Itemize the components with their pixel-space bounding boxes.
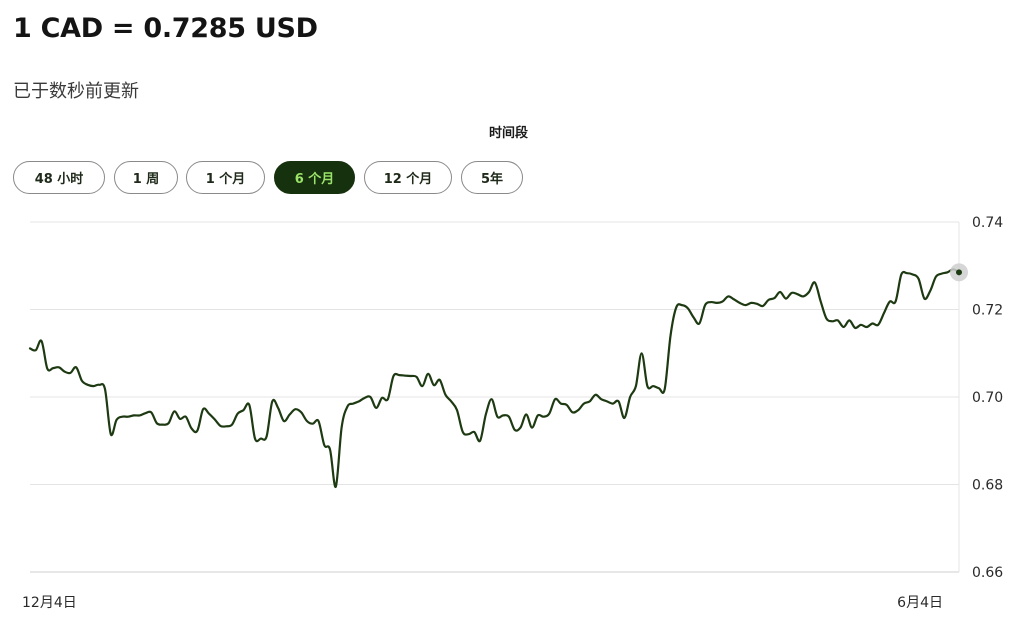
x-tick-label: 6月4日	[897, 595, 943, 611]
chart-grid	[30, 221, 960, 573]
period-6m-button[interactable]: 6 个月	[274, 161, 355, 194]
last-point-marker-group	[950, 263, 968, 282]
period-1m-button[interactable]: 1 个月	[186, 161, 265, 194]
period-12m-button[interactable]: 12 个月	[364, 161, 452, 194]
exchange-rate-title: 1 CAD = 0.7285 USD	[13, 13, 318, 44]
period-48h-button[interactable]: 48 小时	[13, 161, 105, 194]
x-tick-label: 12月4日	[22, 595, 77, 611]
y-tick-label: 0.68	[972, 478, 1003, 494]
x-axis-labels: 12月4日 6月4日	[22, 595, 943, 611]
y-tick-label: 0.72	[972, 303, 1003, 319]
last-point-marker	[956, 269, 962, 276]
exchange-rate-chart[interactable]: 0.74 0.72 0.70 0.68 0.66 12月4日 6月4日	[0, 205, 1017, 620]
rate-series-line	[28, 268, 961, 488]
updated-status: 已于数秒前更新	[13, 81, 139, 102]
period-1w-button[interactable]: 1 周	[114, 161, 178, 194]
y-tick-label: 0.70	[972, 390, 1003, 406]
period-label: 时间段	[488, 126, 528, 141]
y-axis-labels: 0.74 0.72 0.70 0.68 0.66	[972, 215, 1003, 581]
period-5y-button[interactable]: 5年	[461, 161, 523, 194]
y-tick-label: 0.74	[972, 215, 1003, 231]
y-tick-label: 0.66	[972, 565, 1003, 581]
